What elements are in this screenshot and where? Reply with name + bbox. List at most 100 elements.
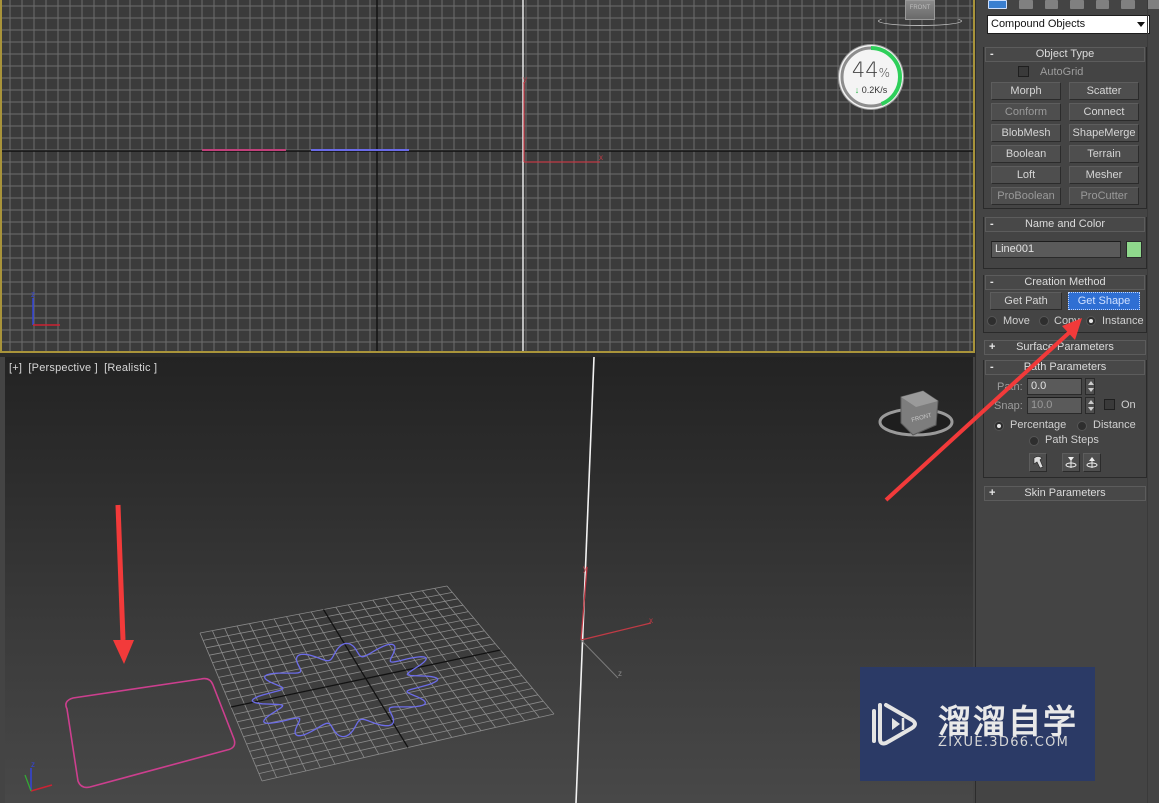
download-arrow-icon: ↓ — [854, 85, 860, 95]
3dsmax-window: yxz FRONT 44% ↓ 0.2K/s y x z z FRONT [+] [Pe… — [0, 0, 1159, 803]
rollout-header-skin-parameters[interactable]: + Skin Parameters — [984, 486, 1146, 501]
percentage-label: Percentage — [1010, 419, 1067, 431]
get-path-button[interactable]: Get Path — [990, 292, 1062, 310]
object-type-button-blobmesh[interactable]: BlobMesh — [991, 124, 1061, 142]
rollout-title: Name and Color — [1024, 218, 1106, 230]
front-viewport-canvas: yx z — [2, 0, 973, 351]
copy-radio[interactable] — [1039, 316, 1049, 326]
play-logo-icon — [872, 703, 917, 746]
prev-shape-icon[interactable] — [1062, 453, 1080, 472]
path-steps-label: Path Steps — [1045, 434, 1099, 446]
copy-label: Copy — [1054, 315, 1080, 327]
object-name-input[interactable]: Line001 — [991, 241, 1121, 258]
object-type-button-proboolean[interactable]: ProBoolean — [991, 187, 1061, 205]
viewport-pov-menu[interactable]: [Perspective ] — [28, 362, 97, 374]
percent-readout: 44% — [839, 58, 903, 82]
instance-radio[interactable] — [1086, 316, 1096, 326]
tripod-z-label: z — [31, 290, 35, 299]
rollout-header-object-type[interactable]: - Object Type — [985, 47, 1145, 62]
pick-shape-icon[interactable] — [1029, 453, 1047, 472]
rectangle-shape — [65, 677, 236, 789]
rollout-creation-method: - Creation Method Get Path Get Shape Mov… — [983, 275, 1147, 333]
collapse-icon: - — [990, 276, 994, 288]
path-spinner[interactable] — [1085, 378, 1095, 395]
snap-input[interactable]: 10.0 — [1027, 397, 1082, 414]
autogrid-label: AutoGrid — [1040, 66, 1084, 78]
collapse-icon: - — [990, 361, 994, 373]
chevron-down-icon — [1137, 22, 1145, 27]
object-type-button-morph[interactable]: Morph — [991, 82, 1061, 100]
gizmo-y-axis — [580, 566, 588, 641]
command-panel-tabs — [976, 0, 1159, 12]
object-type-button-loft[interactable]: Loft — [991, 166, 1061, 184]
rollout-header-name-and-color[interactable]: - Name and Color — [985, 217, 1145, 232]
rollout-name-and-color: - Name and Color Line001 — [983, 217, 1147, 269]
rollout-title: Skin Parameters — [1024, 487, 1106, 499]
gizmo-x-label: x — [649, 616, 653, 625]
path-input[interactable]: 0.0 — [1027, 378, 1082, 395]
perspective-viewport-canvas: y x z z FRONT — [24, 357, 954, 803]
tripod-y — [24, 774, 32, 792]
front-viewport[interactable]: yx z FRONT 44% ↓ 0.2K/s — [0, 0, 975, 353]
path-steps-radio[interactable] — [1029, 436, 1039, 446]
category-dropdown[interactable]: Compound Objects — [987, 15, 1150, 34]
distance-label: Distance — [1093, 419, 1136, 431]
viewport-general-menu[interactable]: [+] — [9, 362, 22, 374]
rollout-surface-parameters: + Surface Parameters — [983, 340, 1147, 356]
utilities-tab-icon[interactable] — [1121, 0, 1135, 9]
object-type-button-terrain[interactable]: Terrain — [1069, 145, 1139, 163]
gizmo-y-label: y — [583, 564, 587, 573]
object-type-button-shapemerge[interactable]: ShapeMerge — [1069, 124, 1139, 142]
object-type-button-procutter[interactable]: ProCutter — [1069, 187, 1139, 205]
autogrid-checkbox[interactable] — [1018, 66, 1029, 77]
percentage-radio[interactable] — [994, 421, 1004, 431]
rollout-header-path-parameters[interactable]: - Path Parameters — [985, 360, 1145, 375]
distance-radio[interactable] — [1077, 421, 1087, 431]
perspective-viewport[interactable]: y x z z FRONT [+] [Perspective ] [Realistic … — [5, 357, 973, 803]
viewport-shading-menu[interactable]: [Realistic ] — [104, 362, 157, 374]
network-speed-widget[interactable]: 44% ↓ 0.2K/s — [839, 45, 903, 109]
next-shape-icon[interactable] — [1083, 453, 1101, 472]
object-type-button-mesher[interactable]: Mesher — [1069, 166, 1139, 184]
snap-on-label: On — [1121, 399, 1136, 411]
create-tab-icon[interactable] — [988, 0, 1008, 9]
get-shape-button[interactable]: Get Shape — [1068, 292, 1140, 310]
object-type-button-boolean[interactable]: Boolean — [991, 145, 1061, 163]
modify-tab-icon[interactable] — [1019, 0, 1033, 9]
collapse-icon: - — [990, 48, 994, 60]
viewcube-perspective: FRONT — [878, 390, 954, 437]
watermark-url: ZIXUE.3D66.COM — [938, 735, 1070, 750]
gizmo-y-label: y — [523, 75, 527, 84]
rollout-title: Creation Method — [1024, 276, 1106, 288]
pivot-gizmo: yx — [523, 75, 603, 163]
motion-tab-icon[interactable] — [1070, 0, 1084, 9]
speed-value: 0.2K/s — [861, 85, 888, 95]
viewcube-front[interactable]: FRONT — [878, 0, 962, 28]
front-grid — [2, 0, 973, 351]
move-radio[interactable] — [987, 316, 997, 326]
viewcube-ring[interactable] — [878, 16, 962, 26]
instance-label: Instance — [1102, 315, 1144, 327]
tripod-z-label: z — [31, 760, 35, 769]
percent-sign: % — [878, 66, 891, 80]
rollout-skin-parameters: + Skin Parameters — [983, 486, 1147, 502]
object-type-button-conform[interactable]: Conform — [991, 103, 1061, 121]
gizmo-z-label: z — [618, 669, 622, 678]
object-type-button-connect[interactable]: Connect — [1069, 103, 1139, 121]
command-panel-scrollbar[interactable] — [1147, 0, 1159, 803]
path-label: Path: — [997, 381, 1023, 393]
object-type-button-scatter[interactable]: Scatter — [1069, 82, 1139, 100]
rollout-title: Surface Parameters — [1016, 341, 1114, 353]
world-axis-tripod: z — [24, 760, 53, 792]
loft-path-line — [575, 357, 595, 803]
rollout-title: Object Type — [1035, 48, 1095, 60]
rollout-header-surface-parameters[interactable]: + Surface Parameters — [984, 340, 1146, 355]
object-color-swatch[interactable] — [1126, 241, 1142, 258]
display-tab-icon[interactable] — [1095, 0, 1110, 9]
rollout-header-creation-method[interactable]: - Creation Method — [985, 275, 1145, 290]
snap-spinner[interactable] — [1085, 397, 1095, 414]
rollout-path-parameters: - Path Parameters Path: 0.0 Snap: 10.0 O… — [983, 360, 1147, 478]
snap-on-checkbox[interactable] — [1104, 399, 1115, 410]
home-grid — [199, 585, 555, 782]
hierarchy-tab-icon[interactable] — [1044, 0, 1059, 9]
